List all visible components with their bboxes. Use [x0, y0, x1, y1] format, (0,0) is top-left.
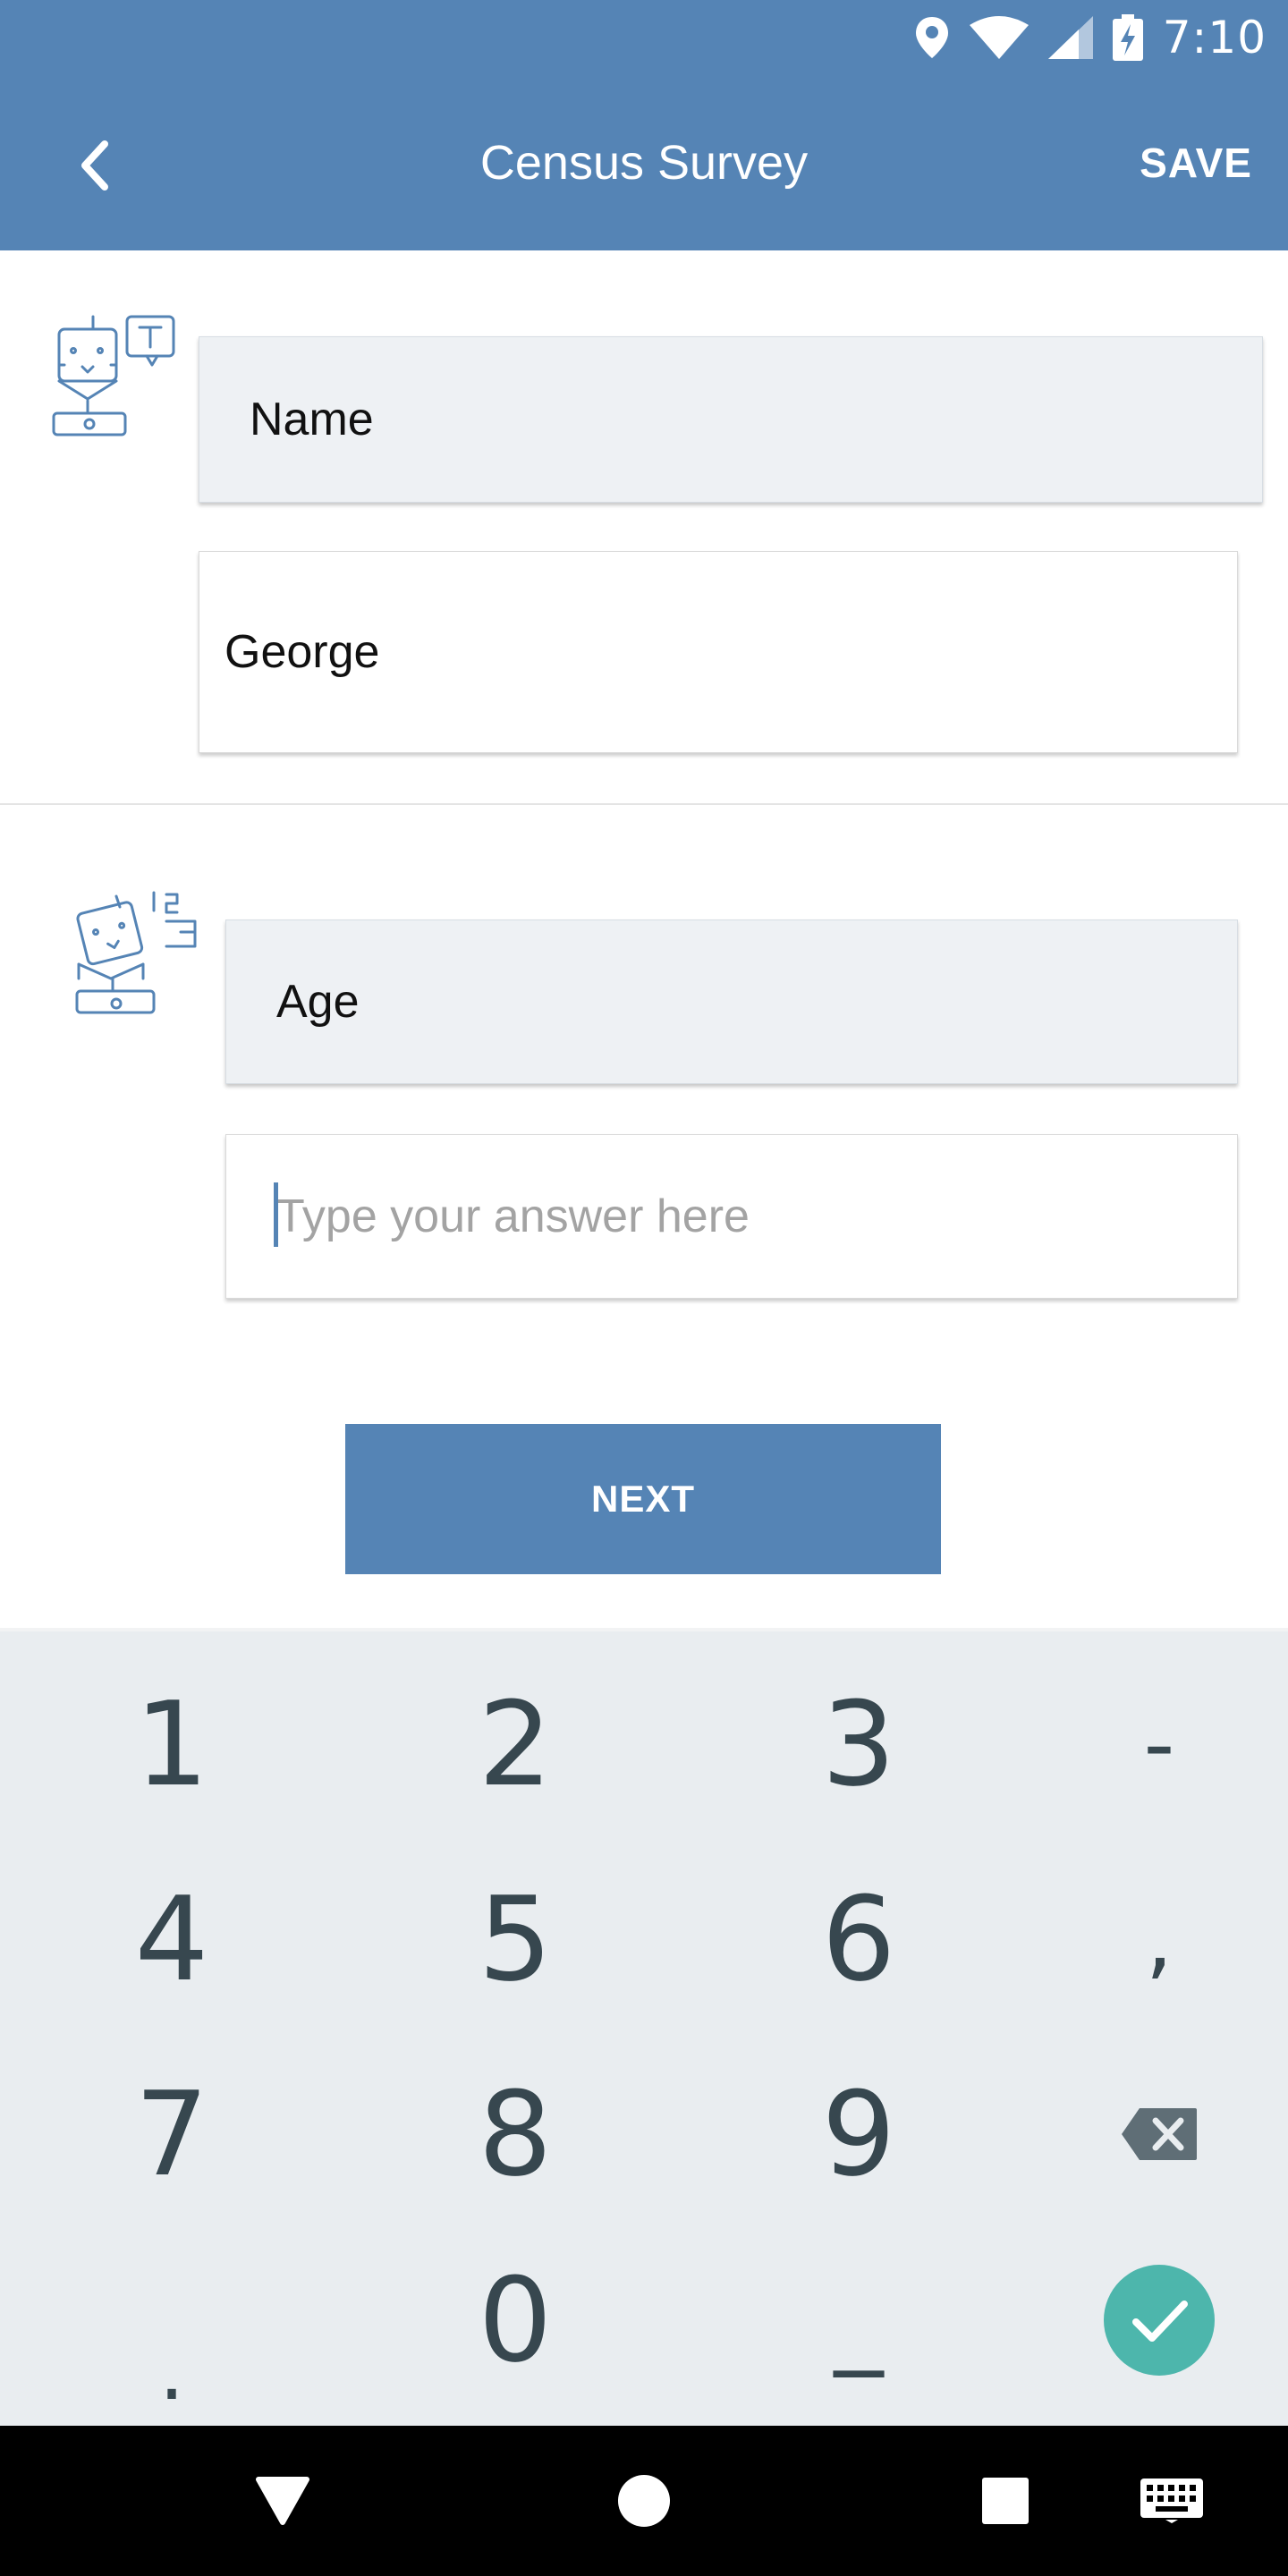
status-time: 7:10 — [1162, 12, 1267, 64]
key-comma[interactable]: , — [998, 1841, 1288, 2038]
backspace-icon — [1122, 2108, 1197, 2160]
key-done[interactable] — [998, 2222, 1288, 2419]
section-divider — [0, 803, 1288, 805]
recents-square-icon — [982, 2478, 1029, 2524]
key-8[interactable]: 8 — [354, 2036, 676, 2233]
key-backspace[interactable] — [998, 2036, 1288, 2233]
question-age-prompt: Age — [225, 919, 1238, 1084]
bot-text-icon — [52, 315, 175, 436]
key-underscore[interactable]: _ — [698, 2222, 1020, 2419]
key-4[interactable]: 4 — [11, 1841, 333, 2038]
signal-icon — [1047, 16, 1093, 59]
status-icons: 7:10 — [914, 0, 1267, 75]
next-button[interactable]: NEXT — [345, 1424, 941, 1574]
key-5[interactable]: 5 — [354, 1841, 676, 2038]
bot-numbers-icon — [75, 891, 197, 1014]
numeric-keyboard: 1 2 3 - 4 5 6 , 7 8 9 . 0 _ — [0, 1628, 1288, 2429]
age-answer-input[interactable] — [225, 1134, 1238, 1299]
nav-back-button[interactable] — [238, 2456, 327, 2546]
nav-keyboard-button[interactable] — [1127, 2456, 1216, 2546]
system-nav-bar — [0, 2426, 1288, 2576]
key-1[interactable]: 1 — [11, 1646, 333, 1843]
question-name-answer: George — [199, 551, 1238, 753]
key-minus[interactable]: - — [998, 1646, 1288, 1843]
battery-charging-icon — [1112, 14, 1143, 61]
key-9[interactable]: 9 — [698, 2036, 1020, 2233]
wifi-icon — [969, 16, 1029, 59]
app-bar: Census Survey SAVE — [0, 75, 1288, 250]
back-triangle-icon — [256, 2477, 309, 2525]
check-icon — [1104, 2265, 1215, 2376]
nav-home-button[interactable] — [599, 2456, 689, 2546]
status-bar: 7:10 — [0, 0, 1288, 75]
key-6[interactable]: 6 — [698, 1841, 1020, 2038]
keyboard-icon — [1140, 2479, 1203, 2523]
key-7[interactable]: 7 — [11, 2036, 333, 2233]
key-0[interactable]: 0 — [354, 2222, 676, 2419]
key-period[interactable]: . — [11, 2222, 333, 2419]
page-title: Census Survey — [479, 136, 809, 190]
home-circle-icon — [618, 2475, 670, 2527]
key-2[interactable]: 2 — [354, 1646, 676, 1843]
save-button[interactable]: SAVE — [1140, 127, 1252, 199]
text-caret — [274, 1182, 278, 1247]
nav-recents-button[interactable] — [961, 2456, 1050, 2546]
location-icon — [915, 17, 948, 58]
key-3[interactable]: 3 — [698, 1646, 1020, 1843]
question-name-prompt: Name — [199, 336, 1263, 503]
